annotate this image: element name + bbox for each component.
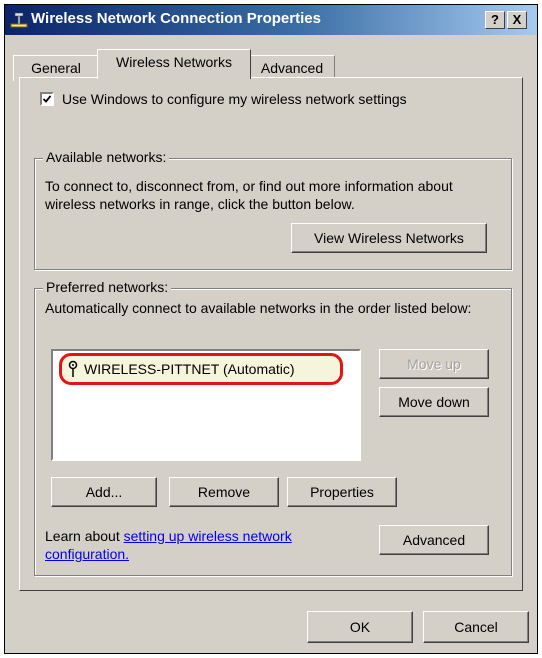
- close-button[interactable]: X: [507, 11, 527, 29]
- preferred-networks-list[interactable]: WIRELESS-PITTNET (Automatic): [51, 349, 361, 461]
- preferred-networks-label: Preferred networks:: [43, 279, 172, 295]
- advanced-button[interactable]: Advanced: [379, 525, 489, 555]
- checkmark-icon: [42, 95, 52, 103]
- learn-about-prefix: Learn about: [45, 528, 124, 544]
- use-windows-checkbox[interactable]: [40, 92, 54, 106]
- preferred-networks-group: Preferred networks: Automatically connec…: [34, 279, 512, 576]
- add-button[interactable]: Add...: [51, 477, 157, 507]
- properties-button[interactable]: Properties: [287, 477, 397, 507]
- wireless-antenna-icon: [68, 360, 78, 377]
- cancel-button[interactable]: Cancel: [423, 611, 529, 643]
- network-connection-icon: [10, 12, 28, 28]
- tab-wireless-networks[interactable]: Wireless Networks: [97, 49, 251, 79]
- help-button[interactable]: ?: [485, 11, 505, 29]
- learn-link-line2[interactable]: configuration.: [45, 546, 129, 562]
- remove-button[interactable]: Remove: [169, 477, 279, 507]
- available-networks-group: Available networks: To connect to, disco…: [34, 149, 512, 270]
- use-windows-label[interactable]: Use Windows to configure my wireless net…: [62, 90, 407, 108]
- ok-button[interactable]: OK: [307, 611, 413, 643]
- network-name: WIRELESS-PITTNET (Automatic): [84, 361, 295, 377]
- title-bar[interactable]: Wireless Network Connection Properties ?…: [5, 5, 537, 35]
- move-down-button[interactable]: Move down: [379, 387, 489, 417]
- preferred-networks-description: Automatically connect to available netwo…: [45, 300, 472, 316]
- view-wireless-networks-button[interactable]: View Wireless Networks: [291, 223, 487, 253]
- list-item[interactable]: WIRELESS-PITTNET (Automatic): [59, 353, 343, 385]
- available-networks-description: To connect to, disconnect from, or find …: [45, 178, 453, 212]
- available-networks-label: Available networks:: [43, 149, 170, 165]
- learn-link-line1[interactable]: setting up wireless network: [124, 528, 292, 544]
- learn-about-text: Learn about setting up wireless network …: [45, 527, 365, 563]
- properties-dialog: Wireless Network Connection Properties ?…: [4, 4, 538, 654]
- move-up-button[interactable]: Move up: [379, 349, 489, 379]
- window-title: Wireless Network Connection Properties: [31, 10, 321, 27]
- wireless-networks-panel: Use Windows to configure my wireless net…: [19, 77, 523, 591]
